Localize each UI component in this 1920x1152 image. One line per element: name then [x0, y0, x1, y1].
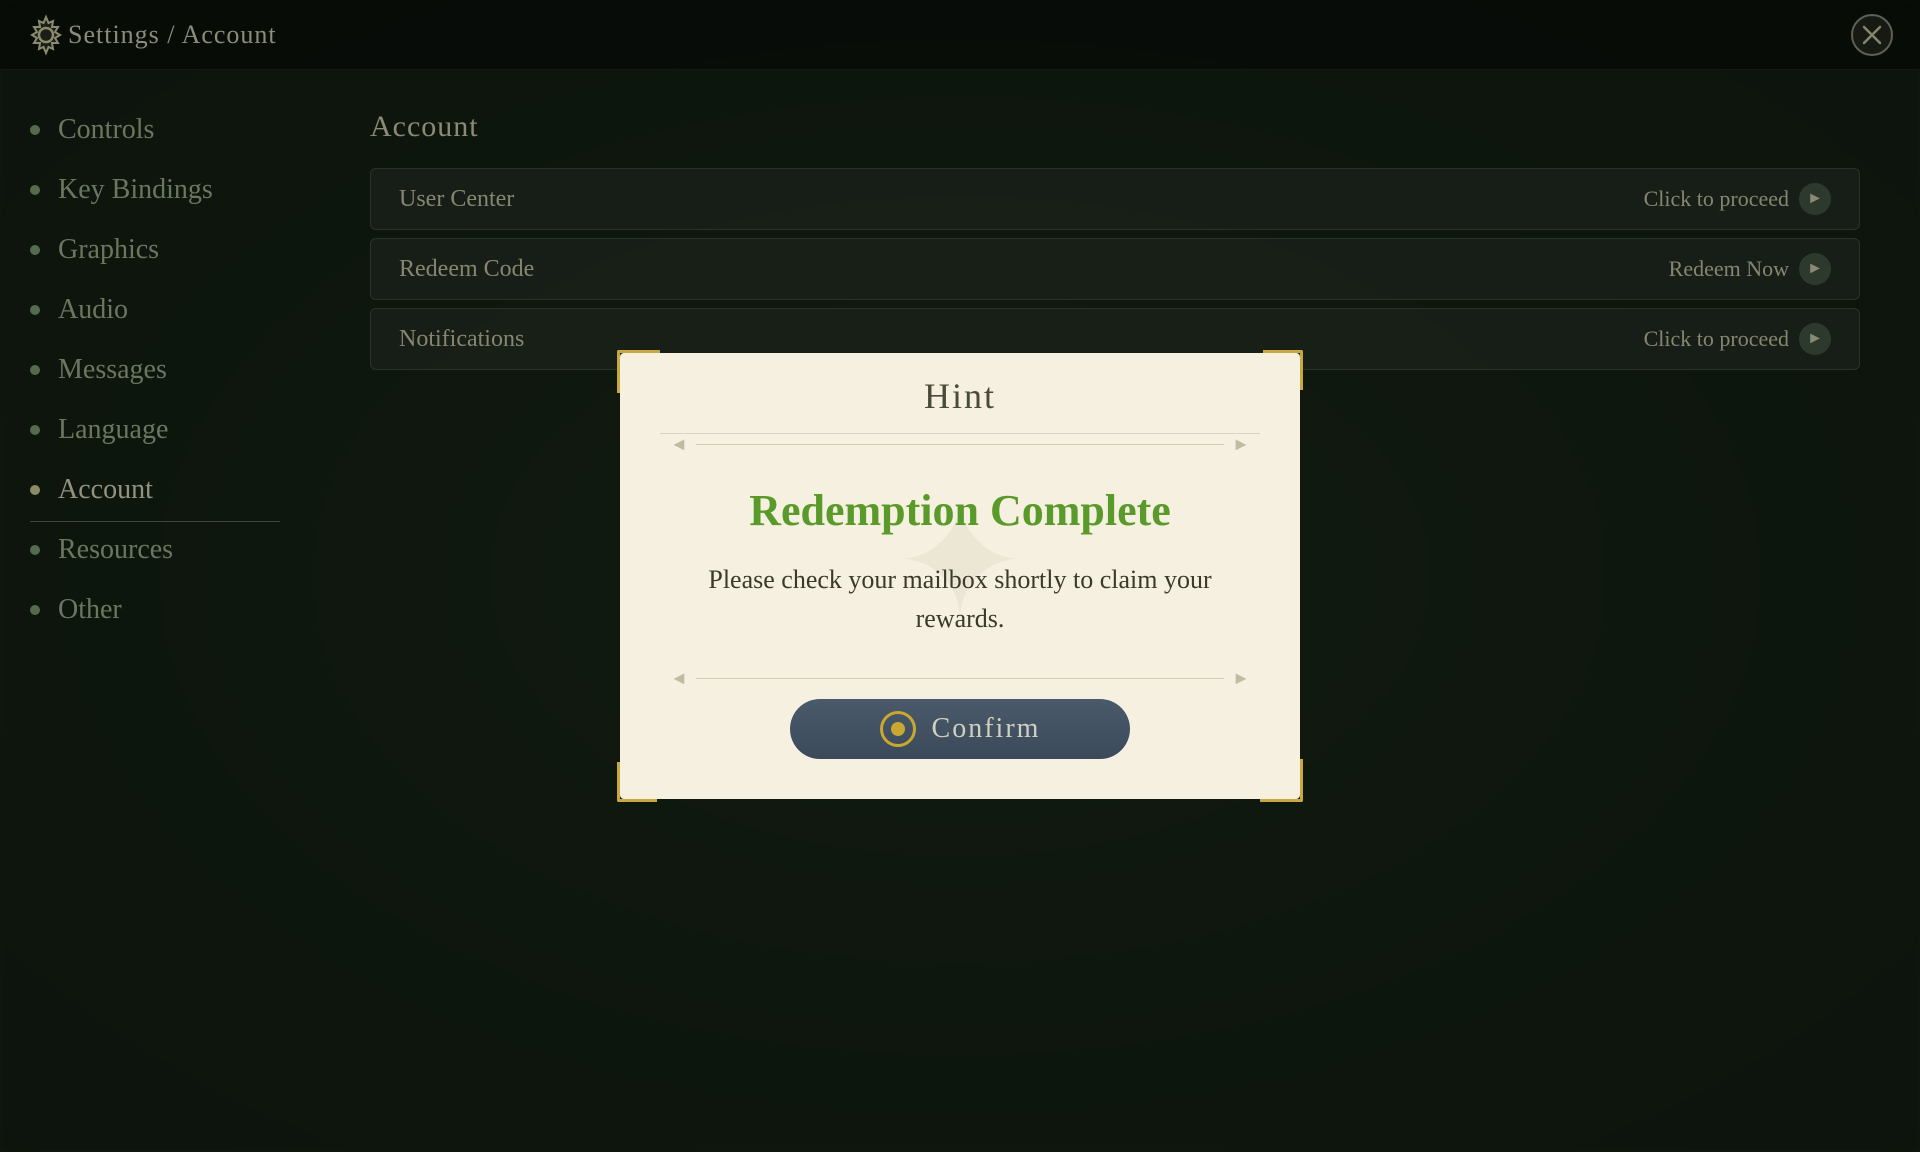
- divider-line-bottom: [696, 678, 1224, 679]
- modal-header: Hint: [660, 353, 1260, 434]
- modal-title: Hint: [924, 376, 996, 416]
- corner-bl-decoration: [617, 762, 657, 802]
- modal-overlay: Hint ◄ ► ✦ Redemption Complete Please ch…: [0, 0, 1920, 1152]
- modal-top-divider: ◄ ►: [660, 434, 1260, 455]
- modal-body: ✦ Redemption Complete Please check your …: [688, 455, 1231, 668]
- left-arrow-bottom-icon: ◄: [670, 668, 688, 689]
- confirm-label: Confirm: [932, 713, 1041, 745]
- right-arrow-icon: ►: [1232, 434, 1250, 455]
- redemption-title: Redemption Complete: [749, 485, 1171, 536]
- corner-tr-decoration: [1263, 350, 1303, 390]
- left-arrow-icon: ◄: [670, 434, 688, 455]
- confirm-icon: [880, 711, 916, 747]
- divider-line-top: [696, 444, 1224, 445]
- confirm-icon-inner: [891, 722, 905, 736]
- hint-modal: Hint ◄ ► ✦ Redemption Complete Please ch…: [620, 353, 1300, 799]
- modal-bottom-divider: ◄ ►: [660, 668, 1260, 689]
- redemption-description: Please check your mailbox shortly to cla…: [708, 560, 1211, 638]
- confirm-button[interactable]: Confirm: [790, 699, 1130, 759]
- right-arrow-bottom-icon: ►: [1232, 668, 1250, 689]
